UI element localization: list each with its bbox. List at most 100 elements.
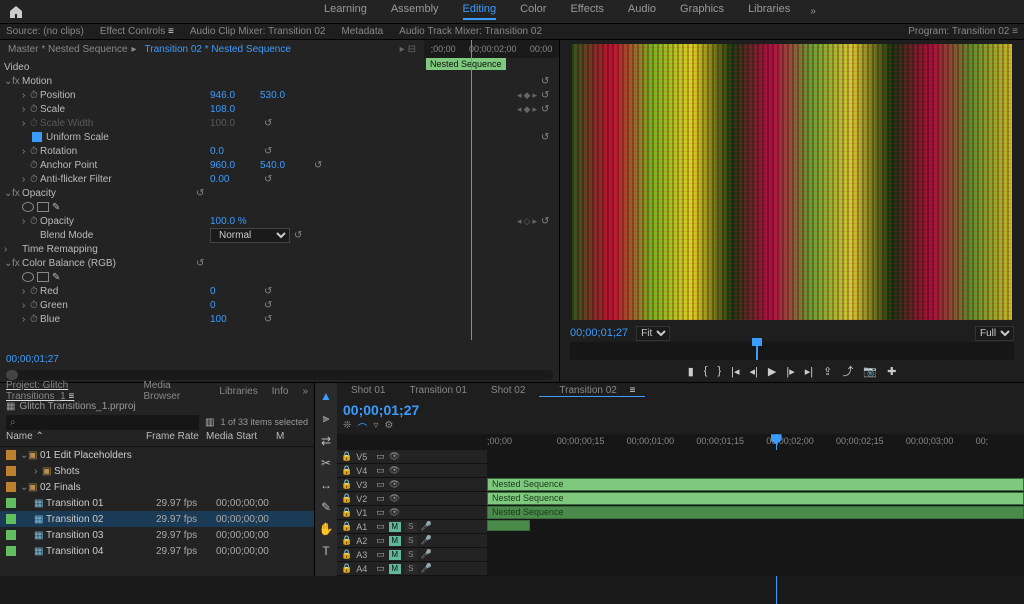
selection-tool-icon[interactable]: ▲ (320, 389, 332, 403)
slip-tool-icon[interactable]: ↔ (320, 478, 332, 492)
reset-icon[interactable]: ↺ (314, 160, 328, 171)
rect-mask-icon[interactable] (37, 202, 49, 212)
reset-icon[interactable]: ↺ (196, 258, 210, 269)
settings-icon[interactable]: ✚ (887, 365, 896, 378)
stopwatch-icon[interactable]: ⏱ (30, 104, 40, 115)
project-row[interactable]: ▦Transition 0229.97 fps00;00;00;00 (0, 511, 314, 527)
video-track-header[interactable]: 🔒V2▭👁 (337, 492, 487, 506)
marker-icon[interactable]: ▮ (688, 365, 694, 378)
marker-add-icon[interactable]: ▿ (373, 420, 378, 435)
reset-icon[interactable]: ↺ (264, 300, 278, 311)
ws-learning[interactable]: Learning (324, 3, 367, 20)
resolution-select[interactable]: Full (975, 326, 1014, 341)
col-m[interactable]: M (276, 431, 284, 446)
rotation-value[interactable]: 0.0 (210, 146, 260, 157)
col-framerate[interactable]: Frame Rate (146, 431, 206, 446)
position-y[interactable]: 530.0 (260, 90, 310, 101)
ws-editing[interactable]: Editing (463, 3, 497, 20)
out-point-icon[interactable]: } (717, 365, 721, 377)
tl-tab-transition01[interactable]: Transition 01 (399, 385, 476, 396)
project-row[interactable]: ▦Transition 0129.97 fps00;00;00;00 (0, 495, 314, 511)
stopwatch-icon[interactable]: ⏱ (30, 146, 40, 157)
settings-icon[interactable]: ⚙ (384, 420, 393, 435)
ws-libraries[interactable]: Libraries (748, 3, 790, 20)
scale-value[interactable]: 108.0 (210, 104, 260, 115)
ws-assembly[interactable]: Assembly (391, 3, 439, 20)
chevron-right-icon[interactable]: › (22, 104, 30, 115)
effect-color-balance[interactable]: Color Balance (RGB) (22, 258, 192, 269)
bin-icon[interactable]: ▥ (205, 417, 214, 428)
next-kf-icon[interactable]: ▸ (532, 90, 537, 101)
home-icon[interactable] (8, 4, 24, 20)
video-track-header[interactable]: 🔒V1▭👁 (337, 506, 487, 520)
stopwatch-icon[interactable]: ⏱ (30, 300, 40, 311)
extract-icon[interactable]: ⤴ (842, 363, 853, 379)
reset-icon[interactable]: ↺ (264, 146, 278, 157)
razor-tool-icon[interactable]: ✂ (321, 456, 331, 470)
timeline-clips-area[interactable]: Nested Sequence Nested Sequence Nested S… (487, 450, 1024, 576)
clip-v2[interactable]: Nested Sequence (487, 492, 1024, 505)
project-row[interactable]: ⌄▣01 Edit Placeholders (0, 447, 314, 463)
stopwatch-icon[interactable]: ⏱ (30, 286, 40, 297)
flicker-value[interactable]: 0.00 (210, 174, 260, 185)
in-point-icon[interactable]: { (704, 365, 708, 377)
clip-a1[interactable] (487, 520, 530, 531)
tab-effect-controls[interactable]: Effect Controls ≡ (100, 26, 174, 37)
reset-icon[interactable]: ↺ (541, 132, 555, 143)
chevron-down-icon[interactable]: ⌄ (4, 76, 12, 87)
video-track-header[interactable]: 🔒V5▭👁 (337, 450, 487, 464)
tl-tab-transition02[interactable]: Transition 02 ≡ (539, 385, 645, 397)
ec-play-icon[interactable]: ▸ (400, 44, 405, 55)
reset-icon[interactable]: ↺ (541, 216, 555, 227)
reset-icon[interactable]: ↺ (294, 230, 308, 241)
ec-timecode[interactable]: 00;00;01;27 (0, 354, 559, 368)
reset-icon[interactable]: ↺ (264, 314, 278, 325)
red-value[interactable]: 0 (210, 286, 260, 297)
project-row[interactable]: ⌄▣02 Finals (0, 479, 314, 495)
stopwatch-icon[interactable]: ⏱ (30, 160, 40, 171)
step-back-icon[interactable]: ◂| (750, 365, 758, 378)
timeline-timecode[interactable]: 00;00;01;27 (343, 402, 419, 418)
fx-badge-icon[interactable]: fx (12, 258, 22, 269)
ec-toggle-icon[interactable]: ⊟ (408, 44, 416, 55)
opacity-value[interactable]: 100.0 % (210, 216, 260, 227)
program-scrubber[interactable] (570, 342, 1014, 360)
effect-motion[interactable]: Motion (22, 76, 180, 87)
pen-mask-icon[interactable]: ✎ (52, 202, 60, 213)
audio-track-header[interactable]: 🔒A3▭MS🎤 (337, 548, 487, 562)
ec-mini-timeline[interactable]: ;00;0000;00;02;0000;00 Nested Sequence (424, 40, 559, 58)
anchor-x[interactable]: 960.0 (210, 160, 260, 171)
ws-color[interactable]: Color (520, 3, 546, 20)
ellipse-mask-icon[interactable] (22, 272, 34, 282)
effect-opacity[interactable]: Opacity (22, 188, 192, 199)
prev-kf-icon[interactable]: ◂ (517, 90, 522, 101)
hand-tool-icon[interactable]: ✋ (319, 522, 334, 536)
clip-v1[interactable]: Nested Sequence (487, 506, 1024, 519)
tl-tab-shot02[interactable]: Shot 02 (481, 385, 535, 396)
effect-time-remap[interactable]: Time Remapping (22, 244, 192, 255)
tab-audio-track-mixer[interactable]: Audio Track Mixer: Transition 02 (399, 26, 542, 37)
linked-sel-icon[interactable]: ⌒ (357, 420, 367, 435)
clip-v3[interactable]: Nested Sequence (487, 478, 1024, 491)
tab-libraries[interactable]: Libraries (219, 386, 257, 397)
tab-metadata[interactable]: Metadata (341, 26, 383, 37)
anchor-y[interactable]: 540.0 (260, 160, 310, 171)
col-mediastart[interactable]: Media Start (206, 431, 276, 446)
ws-graphics[interactable]: Graphics (680, 3, 724, 20)
col-name[interactable]: Name ⌃ (6, 431, 146, 446)
project-row[interactable]: ›▣Shots (0, 463, 314, 479)
add-kf-icon[interactable]: ◆ (524, 90, 531, 101)
track-select-tool-icon[interactable]: ⫸ (323, 411, 330, 426)
ws-effects[interactable]: Effects (570, 3, 603, 20)
chevron-right-icon[interactable]: › (22, 90, 30, 101)
stopwatch-icon[interactable]: ⏱ (30, 174, 40, 185)
fx-badge-icon[interactable]: fx (12, 188, 22, 199)
fit-select[interactable]: Fit (636, 326, 670, 341)
green-value[interactable]: 0 (210, 300, 260, 311)
reset-icon[interactable]: ↺ (196, 188, 210, 199)
stopwatch-icon[interactable]: ⏱ (30, 314, 40, 325)
tl-tab-shot01[interactable]: Shot 01 (341, 385, 395, 396)
stopwatch-icon[interactable]: ⏱ (30, 216, 40, 227)
playhead-icon[interactable] (756, 342, 758, 360)
timeline-ruler[interactable]: ;00;00 00;00;00;15 00;00;01;00 00;00;01;… (487, 434, 1024, 450)
